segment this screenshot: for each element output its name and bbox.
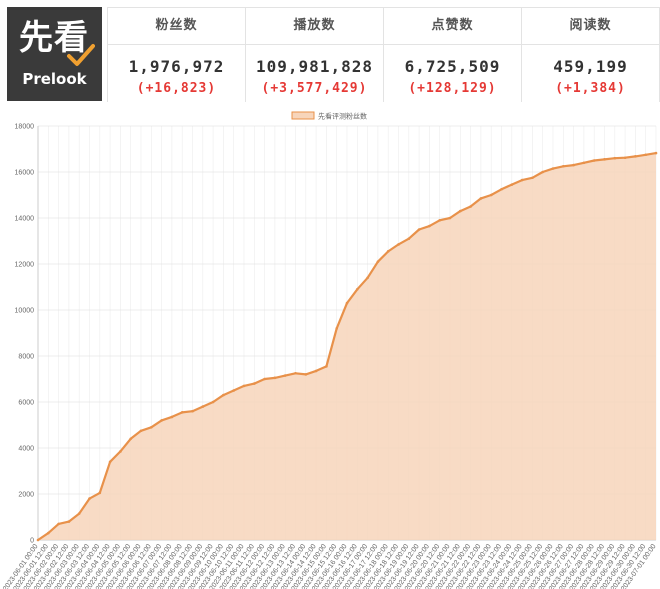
y-tick-label: 14000 <box>15 216 35 223</box>
data-point <box>314 369 318 373</box>
logo-subtext: Prelook <box>22 70 87 88</box>
data-point <box>150 426 153 429</box>
data-point <box>623 156 627 160</box>
data-point <box>98 491 102 495</box>
data-point <box>356 288 359 291</box>
stat-plays: 播放数 109,981,828 (+3,577,429) <box>246 8 384 102</box>
stat-reads: 阅读数 459,199 (+1,384) <box>522 8 660 102</box>
y-tick-label: 18000 <box>15 124 35 131</box>
data-point <box>634 155 637 158</box>
checkmark-icon <box>67 44 95 66</box>
data-point <box>160 419 163 422</box>
logo: 先看 Prelook <box>7 7 102 101</box>
data-point <box>520 178 524 182</box>
follower-area-chart: 0200040006000800010000120001400016000180… <box>2 111 658 589</box>
data-point <box>407 237 411 240</box>
stat-delta: (+3,577,429) <box>261 81 368 96</box>
data-point <box>180 411 184 414</box>
data-point <box>644 153 647 157</box>
data-point <box>77 512 81 515</box>
data-point <box>201 405 205 408</box>
data-point <box>459 209 462 213</box>
data-point <box>428 224 431 228</box>
legend-label: 先看评测粉丝数 <box>318 112 367 121</box>
y-tick-label: 6000 <box>18 400 34 407</box>
data-point <box>500 187 503 191</box>
data-point <box>57 522 60 526</box>
data-point <box>325 365 328 368</box>
data-point <box>335 327 339 330</box>
data-point <box>47 531 50 535</box>
data-point <box>654 151 658 155</box>
y-tick-label: 4000 <box>18 446 34 453</box>
data-point <box>108 460 112 464</box>
stat-label: 播放数 <box>246 8 383 45</box>
data-point <box>67 520 71 523</box>
data-point <box>448 216 452 220</box>
data-point <box>541 170 544 174</box>
data-point <box>376 260 380 263</box>
data-point <box>531 176 534 180</box>
stat-value: 459,199 <box>553 57 628 76</box>
data-point <box>191 409 194 413</box>
data-point <box>294 371 297 375</box>
data-point <box>551 167 555 170</box>
stat-delta: (+1,384) <box>555 81 626 96</box>
stat-value: 6,725,509 <box>404 57 501 76</box>
data-point <box>603 158 606 161</box>
y-tick-label: 2000 <box>18 492 34 499</box>
data-point <box>417 228 421 231</box>
y-tick-label: 16000 <box>15 170 35 177</box>
data-point <box>397 243 400 246</box>
data-point <box>582 161 586 165</box>
data-point <box>304 373 308 376</box>
data-point <box>129 437 132 441</box>
data-point <box>613 156 617 160</box>
stat-likes: 点赞数 6,725,509 (+128,129) <box>384 8 522 102</box>
data-point <box>572 163 575 167</box>
data-point <box>263 377 266 381</box>
data-point <box>366 276 369 280</box>
data-point <box>469 205 472 208</box>
data-point <box>139 429 143 433</box>
stat-delta: (+16,823) <box>136 81 217 96</box>
data-point <box>170 415 174 419</box>
data-point <box>510 183 514 186</box>
data-point <box>273 376 277 380</box>
data-point <box>386 250 390 253</box>
y-tick-label: 10000 <box>15 308 35 315</box>
data-point <box>242 384 246 388</box>
data-point <box>438 219 442 222</box>
data-point <box>592 159 596 162</box>
data-point <box>36 538 40 542</box>
data-point <box>88 497 91 500</box>
data-point <box>253 382 256 385</box>
stats-panel: 粉丝数 1,976,972 (+16,823) 播放数 109,981,828 … <box>107 7 660 102</box>
y-tick-label: 12000 <box>15 262 35 269</box>
stat-value: 109,981,828 <box>256 57 373 76</box>
data-point <box>479 197 483 200</box>
stat-followers: 粉丝数 1,976,972 (+16,823) <box>107 8 246 102</box>
legend-swatch <box>291 111 315 120</box>
y-tick-label: 8000 <box>18 354 34 361</box>
data-point <box>345 301 349 305</box>
data-point <box>211 400 215 404</box>
stat-delta: (+128,129) <box>408 81 497 96</box>
data-point <box>222 393 225 397</box>
data-point <box>232 389 235 392</box>
stat-value: 1,976,972 <box>128 57 225 76</box>
stat-label: 粉丝数 <box>108 8 245 45</box>
stat-label: 点赞数 <box>384 8 521 45</box>
data-point <box>489 193 493 197</box>
stat-label: 阅读数 <box>522 8 659 45</box>
data-point <box>283 374 287 377</box>
data-point <box>562 164 565 168</box>
data-point <box>119 450 122 453</box>
